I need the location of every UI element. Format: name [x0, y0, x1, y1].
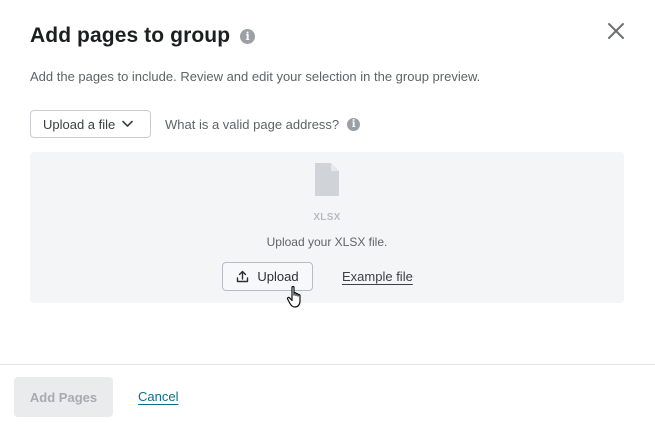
add-pages-button[interactable]: Add Pages — [14, 377, 113, 417]
upload-icon — [237, 270, 249, 283]
info-icon[interactable]: i — [347, 118, 361, 131]
dialog-subtitle: Add the pages to include. Review and edi… — [30, 69, 481, 84]
valid-address-help[interactable]: What is a valid page address? i — [165, 117, 361, 132]
upload-button-label: Upload — [257, 269, 299, 284]
footer-divider — [0, 364, 655, 365]
dialog-title: Add pages to group — [30, 24, 231, 47]
info-icon[interactable]: i — [240, 28, 256, 44]
source-select-label: Upload a file — [43, 116, 116, 132]
hand-cursor-icon — [286, 285, 301, 308]
example-file-link[interactable]: Example file — [342, 269, 413, 284]
file-dropzone[interactable]: XLSX Upload your XLSX file. Upload Examp… — [30, 152, 624, 303]
dialog-header: Add pages to group i — [30, 24, 256, 48]
file-icon — [315, 163, 339, 196]
valid-address-help-label: What is a valid page address? — [165, 117, 340, 132]
cancel-link[interactable]: Cancel — [138, 389, 178, 404]
source-select[interactable]: Upload a file — [30, 110, 151, 138]
close-button[interactable] — [604, 19, 628, 43]
chevron-down-icon — [122, 120, 134, 127]
close-icon — [608, 23, 624, 39]
upload-instruction: Upload your XLSX file. — [266, 235, 388, 249]
add-pages-dialog: Add pages to group i Add the pages to in… — [0, 0, 655, 426]
file-type-label: XLSX — [313, 212, 341, 223]
